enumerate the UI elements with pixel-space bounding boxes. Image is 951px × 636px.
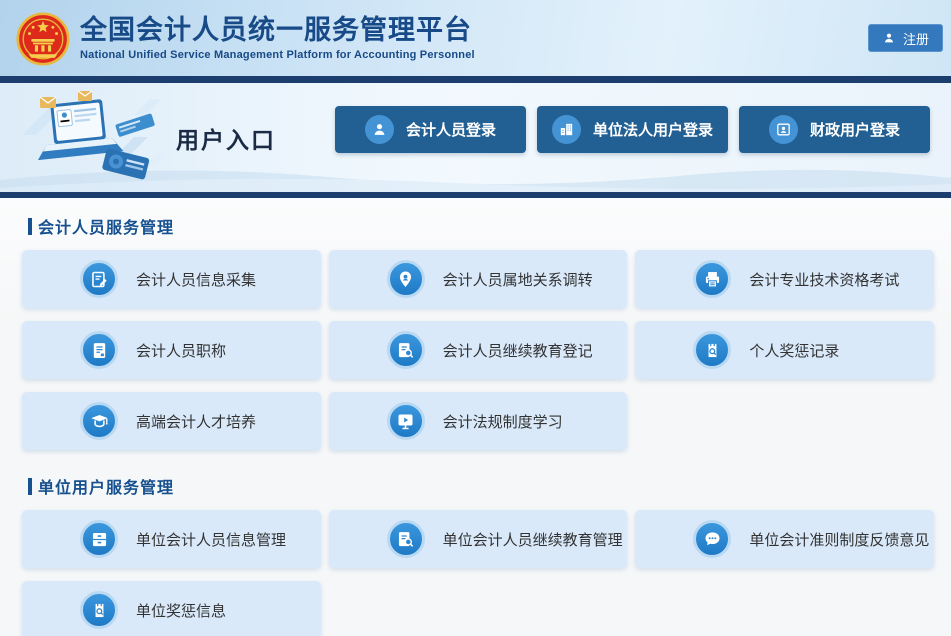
login-button-2[interactable]: 单位法人用户登录 [537,106,728,153]
service-card[interactable]: 会计人员信息采集 [22,250,321,308]
play-screen-icon [387,402,425,440]
section-header-bar [28,478,32,495]
award-record-icon [80,591,118,629]
service-card-label: 会计人员信息采集 [136,269,256,290]
service-card[interactable]: 高端会计人才培养 [22,392,321,450]
service-content: 会计人员服务管理会计人员信息采集会计人员属地关系调转会计专业技术资格考试会计人员… [0,198,951,636]
location-icon [387,260,425,298]
service-card[interactable]: 会计法规制度学习 [329,392,628,450]
register-label: 注册 [903,29,929,48]
card-grid: 单位会计人员信息管理 单位会计人员继续教育管理 单位会计准则制度反馈意见单位奖惩信息 [22,510,934,636]
login-button-1[interactable]: 会计人员登录 [335,106,526,153]
page-subtitle: National Unified Service Management Plat… [80,49,475,61]
service-card[interactable]: 会计专业技术资格考试 [635,250,934,308]
archive-icon [80,520,118,558]
service-card-label: 会计专业技术资格考试 [749,269,899,290]
service-card[interactable]: 单位会计人员继续教育管理 [329,510,628,568]
graduation-cap-icon [80,402,118,440]
section-title: 单位用户服务管理 [38,474,174,498]
id-card-icon [769,115,798,144]
doc-search-icon [387,520,425,558]
login-button-row: 会计人员登录 单位法人用户登录 财政用户登录 [335,106,930,153]
service-card-label: 单位会计人员继续教育管理 [443,529,623,550]
section-header: 会计人员服务管理 [28,214,951,238]
login-button-label: 单位法人用户登录 [593,119,713,140]
register-button[interactable]: 注册 [868,24,943,52]
national-emblem-logo [16,12,70,66]
section-header-bar [28,218,32,235]
certificate-icon [80,331,118,369]
service-card-label: 单位奖惩信息 [136,600,226,621]
platform-title-block: 全国会计人员统一服务管理平台 National Unified Service … [80,15,475,60]
login-button-3[interactable]: 财政用户登录 [739,106,930,153]
page-header: 全国会计人员统一服务管理平台 National Unified Service … [0,0,951,76]
laptop-illustration [16,89,168,187]
service-card[interactable]: 会计人员继续教育登记 [329,321,628,379]
divider-bar-top [0,76,951,83]
login-button-label: 会计人员登录 [406,119,496,140]
building-icon [552,115,581,144]
service-card-label: 会计法规制度学习 [443,411,563,432]
service-card[interactable]: 单位会计人员信息管理 [22,510,321,568]
award-record-icon [693,331,731,369]
section-title: 会计人员服务管理 [38,214,174,238]
doc-search-icon [387,331,425,369]
doc-pen-icon [80,260,118,298]
service-card-label: 个人奖惩记录 [749,340,839,361]
printer-icon [693,260,731,298]
service-card-label: 会计人员属地关系调转 [443,269,593,290]
user-entry-title: 用户入口 [176,121,276,155]
service-card[interactable]: 单位会计准则制度反馈意见 [635,510,934,568]
service-card-label: 会计人员职称 [136,340,226,361]
service-card[interactable]: 个人奖惩记录 [635,321,934,379]
service-card-label: 单位会计人员信息管理 [136,529,286,550]
section-header: 单位用户服务管理 [28,474,951,498]
card-grid: 会计人员信息采集 会计人员属地关系调转 会计专业技术资格考试会计人员职称 会计人员继续… [22,250,934,450]
service-card[interactable]: 单位奖惩信息 [22,581,321,636]
feedback-icon [693,520,731,558]
person-icon [882,31,896,45]
service-card[interactable]: 会计人员属地关系调转 [329,250,628,308]
service-card[interactable]: 会计人员职称 [22,321,321,379]
page-title: 全国会计人员统一服务管理平台 [80,15,475,46]
user-entry-banner: 用户入口 会计人员登录 单位法人用户登录 财政用户登录 [0,83,951,192]
login-button-label: 财政用户登录 [810,119,900,140]
service-section-1: 会计人员服务管理会计人员信息采集会计人员属地关系调转会计专业技术资格考试会计人员… [0,214,951,450]
service-section-2: 单位用户服务管理单位会计人员信息管理 单位会计人员继续教育管理 单位会计准则制度反馈… [0,474,951,636]
service-card-label: 高端会计人才培养 [136,411,256,432]
person-icon [365,115,394,144]
service-card-label: 会计人员继续教育登记 [443,340,593,361]
service-card-label: 单位会计准则制度反馈意见 [749,529,929,550]
